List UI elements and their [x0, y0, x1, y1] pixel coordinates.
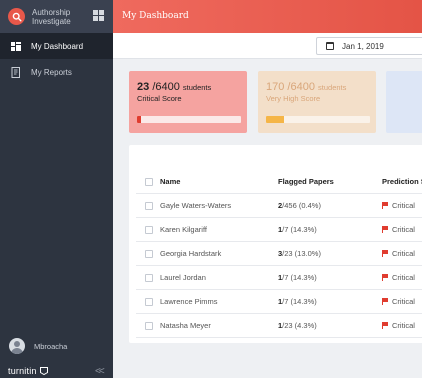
column-header-flagged[interactable]: Flagged Papers [278, 177, 334, 186]
page-title: My Dashboard [122, 11, 189, 21]
student-name[interactable]: Natasha Meyer [160, 321, 211, 330]
students-table: Name Flagged Papers Prediction S Gayle W… [129, 145, 422, 343]
reports-icon [10, 66, 22, 78]
flag-icon [382, 226, 388, 233]
row-checkbox[interactable] [145, 321, 153, 330]
sidebar-item-my-reports[interactable]: My Reports [0, 59, 113, 85]
critical-label: Critical Score [137, 94, 182, 103]
student-name[interactable]: Gayle Waters-Waters [160, 201, 231, 210]
critical-count: 23 /6400 students [137, 81, 247, 93]
footer-brand-text: turnitin [8, 366, 37, 376]
sidebar-item-label: My Reports [31, 67, 72, 77]
user-profile[interactable]: Mbroacha [9, 338, 67, 354]
table-row[interactable]: Lawrence Pimms 1/7 (14.3%) Critical [136, 290, 422, 314]
critical-unit: students [182, 83, 212, 92]
very-high-progress-bar [266, 116, 370, 123]
flagged-total: /23 (4.3%) [282, 321, 317, 330]
user-name: Mbroacha [34, 341, 68, 351]
dashboard-icon [10, 40, 22, 52]
search-icon [8, 8, 25, 25]
date-picker[interactable]: Jan 1, 2019 [316, 37, 422, 55]
brand-line-2: Investigate [32, 16, 71, 26]
flagged-papers: 3/23 (13.0%) [278, 249, 321, 258]
student-name[interactable]: Karen Kilgariff [160, 225, 207, 234]
row-checkbox[interactable] [145, 273, 153, 282]
sidebar: Authorship Investigate My Dashboard My R… [0, 0, 113, 378]
very-high-progress-fill [266, 116, 284, 123]
flagged-papers: 1/23 (4.3%) [278, 321, 317, 330]
top-header: My Dashboard [113, 0, 422, 33]
column-header-prediction[interactable]: Prediction S [382, 177, 422, 186]
prediction-label: Critical [392, 225, 415, 234]
prediction-label: Critical [392, 273, 415, 282]
very-high-total: /6400 [287, 81, 315, 93]
flagged-total: /7 (14.3%) [282, 297, 317, 306]
critical-progress-fill [137, 116, 142, 123]
very-high-count-value: 170 [266, 81, 285, 93]
row-checkbox[interactable] [145, 249, 153, 258]
prediction-label: Critical [392, 321, 415, 330]
student-name[interactable]: Lawrence Pimms [160, 297, 218, 306]
very-high-unit: students [318, 83, 347, 92]
prediction-status: Critical [382, 297, 415, 306]
collapse-sidebar-button[interactable]: << [95, 366, 105, 377]
critical-count-value: 23 [137, 81, 150, 93]
student-name[interactable]: Georgia Hardstark [160, 249, 221, 258]
sidebar-item-my-dashboard[interactable]: My Dashboard [0, 33, 113, 59]
prediction-status: Critical [382, 225, 415, 234]
row-checkbox[interactable] [145, 201, 153, 210]
flag-icon [382, 250, 388, 257]
avatar [9, 338, 25, 354]
prediction-status: Critical [382, 273, 415, 282]
critical-score-card[interactable]: 23 /6400 students Critical Score [129, 71, 247, 133]
prediction-status: Critical [382, 249, 415, 258]
table-row[interactable]: Gayle Waters-Waters 2/456 (0.4%) Critica… [136, 194, 422, 218]
flagged-total: /7 (14.3%) [282, 273, 317, 282]
table-row[interactable]: Laurel Jordan 1/7 (14.3%) Critical [136, 266, 422, 290]
flagged-total: /23 (13.0%) [282, 249, 321, 258]
prediction-status: Critical [382, 201, 415, 210]
critical-total: /6400 [152, 81, 180, 93]
row-checkbox[interactable] [145, 297, 153, 306]
prediction-status: Critical [382, 321, 415, 330]
apps-grid-icon[interactable] [93, 10, 104, 21]
toolbar: Jan 1, 2019 [113, 33, 422, 59]
flagged-total: /456 (0.4%) [282, 201, 321, 210]
turnitin-logo: turnitin [8, 366, 49, 376]
prediction-label: Critical [392, 201, 415, 210]
flagged-papers: 1/7 (14.3%) [278, 273, 317, 282]
critical-progress-bar [137, 116, 241, 123]
row-checkbox[interactable] [145, 225, 153, 234]
score-card-partial[interactable] [386, 71, 422, 133]
table-row[interactable]: Karen Kilgariff 1/7 (14.3%) Critical [136, 218, 422, 242]
very-high-count: 170 /6400 students [266, 81, 376, 93]
date-value: Jan 1, 2019 [342, 41, 384, 51]
flagged-papers: 1/7 (14.3%) [278, 225, 317, 234]
turnitin-mark-icon [39, 367, 48, 376]
brand-line-1: Authorship [32, 7, 71, 17]
prediction-label: Critical [392, 297, 415, 306]
select-all-checkbox[interactable] [145, 177, 153, 186]
column-header-name[interactable]: Name [160, 177, 180, 186]
flag-icon [382, 298, 388, 305]
flagged-papers: 1/7 (14.3%) [278, 297, 317, 306]
calendar-icon [326, 42, 334, 50]
prediction-label: Critical [392, 249, 415, 258]
brand-header[interactable]: Authorship Investigate [0, 0, 113, 33]
very-high-score-card[interactable]: 170 /6400 students Very High Score [258, 71, 376, 133]
flag-icon [382, 322, 388, 329]
flagged-papers: 2/456 (0.4%) [278, 201, 321, 210]
student-name[interactable]: Laurel Jordan [160, 273, 206, 282]
sidebar-item-label: My Dashboard [31, 41, 84, 51]
very-high-label: Very High Score [266, 94, 321, 103]
flag-icon [382, 202, 388, 209]
brand-name: Authorship Investigate [32, 8, 71, 26]
table-row[interactable]: Georgia Hardstark 3/23 (13.0%) Critical [136, 242, 422, 266]
table-header-row: Name Flagged Papers Prediction S [136, 170, 422, 194]
table-row[interactable]: Natasha Meyer 1/23 (4.3%) Critical [136, 314, 422, 338]
flag-icon [382, 274, 388, 281]
flagged-total: /7 (14.3%) [282, 225, 317, 234]
